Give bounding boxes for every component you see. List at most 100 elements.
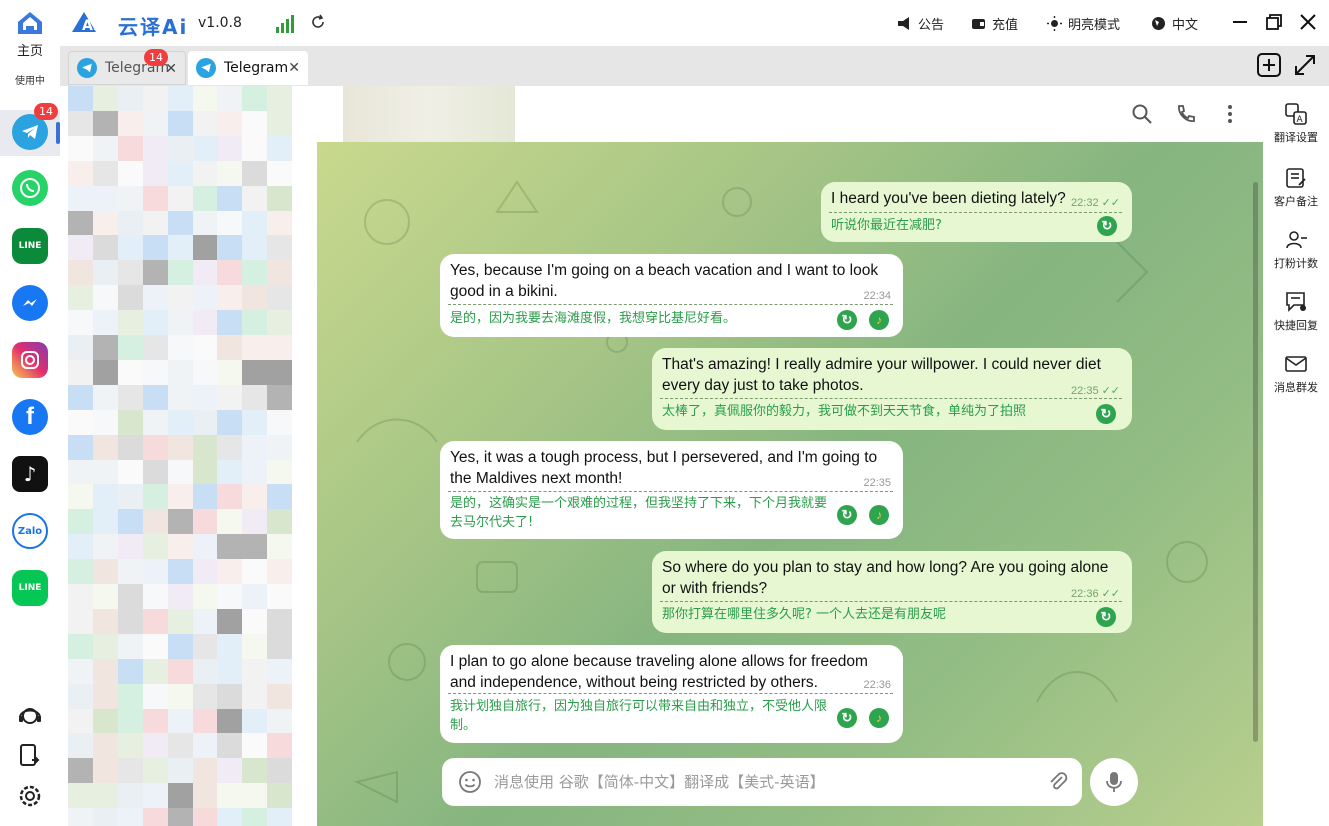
translation-divider [829, 212, 1122, 213]
nav-messenger[interactable] [12, 285, 48, 321]
read-aloud-icon[interactable] [869, 708, 889, 728]
message-bubble-incoming[interactable]: Yes, it was a tough process, but I perse… [440, 441, 903, 539]
customer-notes-icon [1286, 168, 1306, 188]
restore-icon[interactable] [1264, 12, 1284, 32]
refresh-icon[interactable] [310, 14, 326, 30]
tab-strip: Telegram ✕ 14 Telegram ✕ [60, 46, 1329, 86]
follower-count-icon [1286, 231, 1307, 249]
message-translation: 我计划独自旅行，因为独自旅行可以带来自由和独立，不受他人限制。 [450, 699, 828, 733]
retranslate-icon[interactable] [837, 310, 857, 330]
signal-icon [276, 15, 294, 33]
phone-icon[interactable] [1175, 103, 1197, 125]
app-version: v1.0.8 [198, 15, 242, 31]
message-translation: 是的，因为我要去海滩度假，我想穿比基尼好看。 [450, 311, 737, 326]
add-tab-icon[interactable] [1256, 52, 1282, 78]
line-icon-2: LINE [18, 583, 42, 593]
app-name: 云译Ai [118, 15, 189, 39]
attach-icon[interactable] [1046, 770, 1070, 794]
mass-message-button[interactable]: 消息群发 [1263, 352, 1329, 395]
settings-icon[interactable] [16, 782, 44, 810]
expand-icon[interactable] [1292, 52, 1318, 78]
theme-label: 明亮模式 [1068, 17, 1121, 33]
chat-header [317, 86, 1263, 142]
message-bubble-outgoing[interactable]: I heard you've been dieting lately? 22:3… [821, 182, 1132, 242]
message-bubble-outgoing[interactable]: That's amazing! I really admire your wil… [652, 348, 1132, 430]
quick-reply-label: 快捷回复 [1274, 319, 1318, 332]
translation-divider [660, 398, 1122, 399]
nav-facebook[interactable]: f [12, 399, 48, 435]
right-toolbar: A 翻译设置 客户备注 打粉计数 快捷回复 消息群发 [1263, 86, 1329, 826]
read-aloud-icon[interactable] [869, 505, 889, 525]
minimize-icon[interactable] [1230, 12, 1250, 32]
message-text: I plan to go alone because traveling alo… [450, 653, 868, 691]
svg-text:Ai: Ai [82, 18, 98, 34]
language-label: 中文 [1172, 17, 1199, 33]
tab-close-icon[interactable]: ✕ [288, 60, 300, 76]
theme-toggle[interactable]: 明亮模式 [1047, 13, 1120, 33]
contact-name-blurred [343, 86, 515, 142]
translation-divider [448, 693, 893, 694]
more-options-icon[interactable] [1219, 103, 1241, 125]
translation-divider [448, 491, 893, 492]
read-aloud-icon[interactable] [869, 310, 889, 330]
telegram-badge: 14 [34, 103, 58, 120]
follower-count-label: 打粉计数 [1274, 257, 1318, 270]
announcement-label: 公告 [918, 17, 945, 33]
message-time: 22:35 [863, 477, 891, 489]
blur-veil [68, 86, 317, 826]
nav-line[interactable]: LINE [12, 228, 48, 264]
nav-active-indicator [56, 122, 60, 144]
message-time: 22:34 [863, 290, 891, 302]
export-icon[interactable] [16, 742, 44, 770]
search-icon[interactable] [1131, 103, 1153, 125]
nav-instagram[interactable] [12, 342, 48, 378]
message-time: 22:36 ✓✓ [1071, 588, 1120, 600]
tab-telegram-1[interactable]: Telegram ✕ [68, 51, 186, 85]
close-icon[interactable] [1298, 12, 1318, 32]
facebook-icon: f [26, 403, 34, 430]
messenger-icon [23, 299, 37, 306]
message-translation: 听说你最近在减肥? [831, 218, 942, 233]
customer-notes-label: 客户备注 [1274, 195, 1318, 208]
recharge-button[interactable]: 充值 [971, 13, 1018, 33]
message-time: 22:36 [863, 679, 891, 691]
globe-icon [1152, 16, 1165, 30]
message-text: So where do you plan to stay and how lon… [662, 559, 1109, 597]
customer-notes-button[interactable]: 客户备注 [1263, 166, 1329, 209]
mass-message-icon [1285, 356, 1307, 372]
nav-whatsapp[interactable] [12, 170, 48, 206]
language-button[interactable]: 中文 [1151, 13, 1198, 33]
home-icon[interactable] [16, 10, 44, 36]
message-translation: 是的，这确实是一个艰难的过程，但我坚持了下来，下个月我就要去马尔代夫了! [450, 496, 828, 530]
quick-reply-icon [1286, 292, 1306, 312]
tab-close-icon[interactable]: ✕ [165, 61, 177, 77]
translate-settings-button[interactable]: A 翻译设置 [1263, 102, 1329, 145]
home-label[interactable]: 主页 [0, 40, 60, 59]
retranslate-icon[interactable] [1096, 404, 1116, 424]
emoji-icon[interactable] [458, 770, 482, 794]
left-nav: 主页 使用中 14 LINE f ♪ Zalo LINE [0, 0, 60, 826]
logo-icon: Ai [72, 12, 98, 34]
message-time: 22:32 ✓✓ [1071, 197, 1120, 209]
quick-reply-button[interactable]: 快捷回复 [1263, 290, 1329, 333]
retranslate-icon[interactable] [837, 505, 857, 525]
chat-scrollbar[interactable] [1253, 182, 1258, 742]
tab-telegram-2[interactable]: Telegram ✕ [188, 51, 308, 85]
nav-tiktok[interactable]: ♪ [12, 456, 48, 492]
retranslate-icon[interactable] [1096, 607, 1116, 627]
retranslate-icon[interactable] [837, 708, 857, 728]
message-text: Yes, because I'm going on a beach vacati… [450, 262, 879, 300]
nav-line-2[interactable]: LINE [12, 570, 48, 606]
message-bubble-incoming[interactable]: I plan to go alone because traveling alo… [440, 645, 903, 743]
message-bubble-outgoing[interactable]: So where do you plan to stay and how lon… [652, 551, 1132, 633]
message-input[interactable] [494, 770, 1034, 794]
voice-record-button[interactable] [1090, 758, 1138, 806]
nav-zalo[interactable]: Zalo [12, 513, 48, 549]
message-bubble-incoming[interactable]: Yes, because I'm going on a beach vacati… [440, 254, 903, 337]
zalo-icon: Zalo [17, 525, 43, 537]
tab-label: Telegram [224, 60, 289, 76]
retranslate-icon[interactable] [1097, 216, 1117, 236]
announcement-button[interactable]: 公告 [897, 13, 944, 33]
customer-service-icon[interactable] [16, 702, 44, 730]
follower-count-button[interactable]: 打粉计数 [1263, 228, 1329, 271]
